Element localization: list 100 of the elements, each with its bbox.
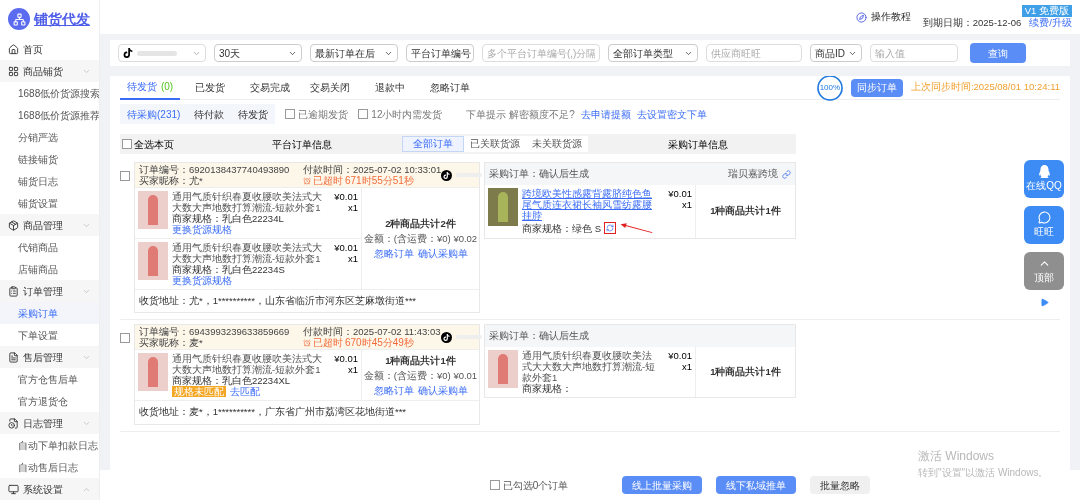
sidebar-subitem[interactable]: 采购订单 bbox=[0, 302, 99, 324]
sidebar-subitem[interactable]: 自动售后日志 bbox=[0, 456, 99, 478]
order-status-tab[interactable]: 待发货 (0) bbox=[120, 76, 180, 100]
order-action-link[interactable]: 确认采购单 bbox=[417, 248, 468, 259]
status-tag: 规格未匹配 bbox=[172, 386, 226, 398]
sidebar-item[interactable]: 系统设置 bbox=[0, 478, 99, 500]
link-icon[interactable] bbox=[782, 169, 791, 179]
activation-notice-subtitle: 转到"设置"以激活 Windows。 bbox=[918, 466, 1049, 480]
tip-link[interactable]: 去申请提额 bbox=[580, 106, 631, 122]
chat-bubble-icon bbox=[1037, 211, 1051, 224]
item-quantity: x1 bbox=[347, 364, 358, 376]
sidebar-item[interactable]: 商品管理 bbox=[0, 214, 99, 236]
order-action-link[interactable]: 忽略订单 bbox=[373, 384, 414, 396]
order-status-tab[interactable]: 交易关闭 bbox=[300, 76, 360, 100]
input-field[interactable]: 多个平台订单编号(,)分隔 bbox=[482, 44, 600, 62]
product-title[interactable]: 跨境欧美性感露背露脐纯色鱼尾气质连衣裙长袖风雪纺露腰挂脖 bbox=[522, 188, 660, 221]
tip-link[interactable]: 去设置密文下单 bbox=[636, 106, 707, 122]
tiktok-icon bbox=[123, 48, 133, 58]
dropdown-select[interactable]: 平台订单编号 bbox=[406, 44, 474, 62]
shipping-address: 收货地址：麦*，1**********，广东省广州市荔湾区花地街道*** bbox=[135, 400, 479, 424]
sidebar-subitem[interactable]: 1688低价货源搜索 bbox=[0, 82, 99, 104]
sidebar-subitem[interactable]: 1688低价货源推荐 bbox=[0, 104, 99, 126]
change-source-link[interactable]: 更换货源规格 bbox=[172, 275, 232, 286]
sidebar-subitem[interactable]: 链接铺货 bbox=[0, 148, 99, 170]
order-status-tab[interactable]: 忽略订单 bbox=[420, 76, 480, 100]
sidebar-subitem[interactable]: 铺货设置 bbox=[0, 192, 99, 214]
selected-orders-checkbox[interactable] bbox=[489, 480, 500, 490]
menu-icon bbox=[8, 219, 19, 231]
shop-select[interactable] bbox=[118, 44, 206, 62]
order-status-tab[interactable]: 退款中 bbox=[360, 76, 420, 100]
item-quantity: x1 bbox=[347, 202, 358, 213]
refresh-icon[interactable] bbox=[604, 222, 616, 234]
item-quantity: x1 bbox=[681, 199, 692, 210]
sidebar-subitem[interactable]: 代销商品 bbox=[0, 236, 99, 258]
product-spec: 商家规格： bbox=[522, 383, 572, 395]
input-field[interactable]: 输入值 bbox=[870, 44, 958, 62]
sidebar-subitem[interactable]: 铺货日志 bbox=[0, 170, 99, 192]
link-filter-tab[interactable]: 全部订单 bbox=[402, 136, 464, 152]
input-field[interactable]: 供应商旺旺 bbox=[706, 44, 802, 62]
dropdown-select[interactable]: 全部订单类型 bbox=[608, 44, 698, 62]
select-all-label: 全选本页 bbox=[134, 137, 174, 152]
supplier-name: 瑞贝嘉跨境 bbox=[728, 166, 778, 181]
sidebar-subitem[interactable]: 店铺商品 bbox=[0, 258, 99, 280]
product-photo-placeholder bbox=[138, 353, 168, 392]
plan-badge: V1 免费版 bbox=[1021, 5, 1072, 17]
order-number: 订单编号：6943993239633859669 bbox=[139, 326, 290, 338]
order-checkbox[interactable] bbox=[120, 333, 130, 344]
filter-checkbox[interactable] bbox=[285, 109, 296, 119]
order-action-link[interactable]: 确认采购单 bbox=[417, 384, 468, 396]
item-count-summary: 1种商品共计1件 bbox=[710, 365, 781, 380]
footer-action-button[interactable]: 批量忽略 bbox=[810, 476, 871, 494]
sidebar-item[interactable]: 首页 bbox=[0, 38, 99, 60]
sidebar-subitem[interactable]: 下单设置 bbox=[0, 324, 99, 346]
dropdown-select[interactable]: 商品ID bbox=[810, 44, 862, 62]
column-heading: 平台订单信息 bbox=[272, 137, 333, 152]
change-source-link[interactable]: 更换货源规格 bbox=[172, 224, 232, 235]
menu-icon bbox=[8, 43, 19, 55]
sidebar-item[interactable]: 日志管理 bbox=[0, 412, 99, 434]
order-checkbox[interactable] bbox=[120, 171, 130, 181]
sidebar-subitem[interactable]: 自动下单扣款日志 bbox=[0, 434, 99, 456]
product-spec: 商家规格：乳白色22234S bbox=[172, 264, 286, 275]
link-filter-tab[interactable]: 已关联货源 bbox=[464, 136, 526, 152]
sub-status-tab[interactable]: 待付款 bbox=[187, 104, 232, 124]
sub-status-tab[interactable]: 待发货 bbox=[231, 104, 276, 124]
activation-notice-title: 激活 Windows bbox=[918, 448, 995, 465]
overdue-label: 已超时 bbox=[313, 337, 343, 349]
help-link[interactable]: 操作教程 bbox=[870, 9, 911, 25]
item-price: ¥0.01 bbox=[334, 191, 358, 202]
renew-link[interactable]: 续费/升级 bbox=[1029, 17, 1072, 29]
tiktok-icon bbox=[441, 169, 453, 181]
checkbox-label: 12小时内需发货 bbox=[371, 107, 443, 122]
menu-icon bbox=[8, 417, 19, 429]
penguin-icon bbox=[1037, 165, 1051, 178]
product-spec: 商家规格：乳白色22234L bbox=[172, 213, 285, 224]
order-amount: 金额：(含运费：¥0) ¥0.01 bbox=[363, 369, 478, 381]
order-action-link[interactable]: 忽略订单 bbox=[373, 248, 414, 259]
filter-checkbox[interactable] bbox=[358, 109, 369, 119]
sidebar-item[interactable]: 商品铺货 bbox=[0, 60, 99, 82]
link-filter-tab[interactable]: 未关联货源 bbox=[526, 136, 588, 152]
order-status-tab[interactable]: 已发货 bbox=[180, 76, 240, 100]
sidebar-subitem[interactable]: 官方退货仓 bbox=[0, 390, 99, 412]
order-amount: 金额：(含运费：¥0) ¥0.02 bbox=[363, 233, 478, 244]
dropdown-select[interactable]: 30天 bbox=[214, 44, 302, 62]
payment-time: 付款时间：2025-07-02 10:33:01 bbox=[303, 164, 442, 175]
checkbox-label: 已逾期发货 bbox=[298, 107, 349, 122]
shipping-address: 收货地址：尤*，1**********，山东省临沂市河东区芝麻墩街道*** bbox=[135, 289, 479, 313]
sidebar-subitem[interactable]: 分销严选 bbox=[0, 126, 99, 148]
sidebar-item[interactable]: 订单管理 bbox=[0, 280, 99, 302]
menu-icon bbox=[8, 483, 19, 495]
sidebar-item[interactable]: 售后管理 bbox=[0, 346, 99, 368]
sidebar-subitem[interactable]: 官方仓售后单 bbox=[0, 368, 99, 390]
item-count-summary: 2种商品共计2件 bbox=[385, 218, 456, 229]
expand-arrow-icon[interactable] bbox=[1039, 298, 1049, 307]
order-status-tab[interactable]: 交易完成 bbox=[240, 76, 300, 100]
product-photo-placeholder bbox=[488, 188, 518, 226]
change-source-link[interactable]: 去匹配 bbox=[230, 386, 260, 398]
sub-status-tab[interactable]: 待采购(231) bbox=[120, 104, 188, 124]
dropdown-select[interactable]: 最新订单在后 bbox=[310, 44, 398, 62]
select-all-checkbox[interactable] bbox=[122, 139, 132, 149]
product-title: 通用气质针织春夏收腰吹美法式大大数大声地数打算潮流-短款外套1 bbox=[522, 350, 657, 384]
